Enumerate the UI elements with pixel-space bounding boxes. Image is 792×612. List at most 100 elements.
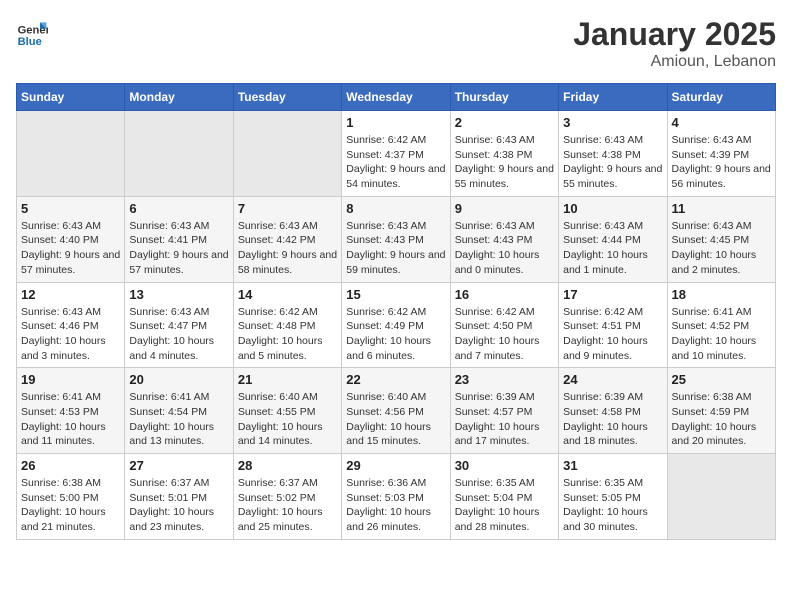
calendar-day-26: 26 Sunrise: 6:38 AM Sunset: 5:00 PM Dayli…	[17, 454, 125, 540]
day-number-23: 23	[455, 372, 554, 387]
day-number-24: 24	[563, 372, 662, 387]
calendar-day-22: 22Sunrise: 6:40 AM Sunset: 4:56 PM Dayli…	[342, 368, 450, 454]
calendar-week-1: 5 Sunrise: 6:43 AM Sunset: 4:40 PM Daylig…	[17, 196, 776, 282]
logo: General Blue	[16, 16, 48, 48]
day-info-17: Sunrise: 6:42 AM Sunset: 4:51 PM Dayligh…	[563, 305, 662, 364]
weekday-header-row: SundayMondayTuesdayWednesdayThursdayFrid…	[17, 84, 776, 111]
day-info-9: Sunrise: 6:43 AM Sunset: 4:43 PM Dayligh…	[455, 219, 554, 278]
day-number-29: 29	[346, 458, 445, 473]
calendar-day-29: 29 Sunrise: 6:36 AM Sunset: 5:03 PM Dayli…	[342, 454, 450, 540]
empty-cell	[125, 111, 233, 197]
day-info-28: Sunrise: 6:37 AM Sunset: 5:02 PM Dayligh…	[238, 476, 337, 535]
day-info-26: Sunrise: 6:38 AM Sunset: 5:00 PM Dayligh…	[21, 476, 120, 535]
weekday-header-friday: Friday	[559, 84, 667, 111]
day-info-5: Sunrise: 6:43 AM Sunset: 4:40 PM Dayligh…	[21, 219, 120, 278]
weekday-header-sunday: Sunday	[17, 84, 125, 111]
calendar-day-4: 4Sunrise: 6:43 AM Sunset: 4:39 PM Daylig…	[667, 111, 775, 197]
day-number-13: 13	[129, 287, 228, 302]
day-info-30: Sunrise: 6:35 AM Sunset: 5:04 PM Dayligh…	[455, 476, 554, 535]
day-info-10: Sunrise: 6:43 AM Sunset: 4:44 PM Dayligh…	[563, 219, 662, 278]
calendar-day-10: 10 Sunrise: 6:43 AM Sunset: 4:44 PM Dayli…	[559, 196, 667, 282]
calendar-day-28: 28 Sunrise: 6:37 AM Sunset: 5:02 PM Dayli…	[233, 454, 341, 540]
day-info-3: Sunrise: 6:43 AM Sunset: 4:38 PM Dayligh…	[563, 133, 662, 192]
calendar-day-30: 30 Sunrise: 6:35 AM Sunset: 5:04 PM Dayli…	[450, 454, 558, 540]
calendar-day-23: 23 Sunrise: 6:39 AM Sunset: 4:57 PM Dayli…	[450, 368, 558, 454]
calendar-day-12: 12 Sunrise: 6:43 AM Sunset: 4:46 PM Dayli…	[17, 282, 125, 368]
day-info-8: Sunrise: 6:43 AM Sunset: 4:43 PM Dayligh…	[346, 219, 445, 278]
day-info-21: Sunrise: 6:40 AM Sunset: 4:55 PM Dayligh…	[238, 390, 337, 449]
logo-icon: General Blue	[16, 16, 48, 48]
weekday-header-thursday: Thursday	[450, 84, 558, 111]
day-info-27: Sunrise: 6:37 AM Sunset: 5:01 PM Dayligh…	[129, 476, 228, 535]
day-number-5: 5	[21, 201, 120, 216]
day-number-28: 28	[238, 458, 337, 473]
calendar-day-21: 21 Sunrise: 6:40 AM Sunset: 4:55 PM Dayli…	[233, 368, 341, 454]
weekday-header-wednesday: Wednesday	[342, 84, 450, 111]
day-number-9: 9	[455, 201, 554, 216]
month-title: January 2025	[573, 16, 776, 53]
calendar-day-27: 27 Sunrise: 6:37 AM Sunset: 5:01 PM Dayli…	[125, 454, 233, 540]
weekday-header-saturday: Saturday	[667, 84, 775, 111]
calendar-day-19: 19 Sunrise: 6:41 AM Sunset: 4:53 PM Dayli…	[17, 368, 125, 454]
day-info-12: Sunrise: 6:43 AM Sunset: 4:46 PM Dayligh…	[21, 305, 120, 364]
weekday-header-tuesday: Tuesday	[233, 84, 341, 111]
day-number-6: 6	[129, 201, 228, 216]
page-header: General Blue January 2025 Amioun, Lebano…	[16, 16, 776, 71]
day-info-2: Sunrise: 6:43 AM Sunset: 4:38 PM Dayligh…	[455, 133, 554, 192]
calendar-day-7: 7 Sunrise: 6:43 AM Sunset: 4:42 PM Daylig…	[233, 196, 341, 282]
day-number-21: 21	[238, 372, 337, 387]
day-number-19: 19	[21, 372, 120, 387]
calendar-day-11: 11Sunrise: 6:43 AM Sunset: 4:45 PM Dayli…	[667, 196, 775, 282]
day-number-27: 27	[129, 458, 228, 473]
calendar-day-3: 3 Sunrise: 6:43 AM Sunset: 4:38 PM Daylig…	[559, 111, 667, 197]
day-number-14: 14	[238, 287, 337, 302]
day-info-13: Sunrise: 6:43 AM Sunset: 4:47 PM Dayligh…	[129, 305, 228, 364]
svg-text:Blue: Blue	[18, 36, 42, 48]
calendar-day-25: 25 Sunrise: 6:38 AM Sunset: 4:59 PM Dayli…	[667, 368, 775, 454]
day-info-1: Sunrise: 6:42 AM Sunset: 4:37 PM Dayligh…	[346, 133, 445, 192]
day-number-31: 31	[563, 458, 662, 473]
calendar-day-31: 31 Sunrise: 6:35 AM Sunset: 5:05 PM Dayli…	[559, 454, 667, 540]
calendar-day-24: 24 Sunrise: 6:39 AM Sunset: 4:58 PM Dayli…	[559, 368, 667, 454]
calendar-day-17: 17Sunrise: 6:42 AM Sunset: 4:51 PM Dayli…	[559, 282, 667, 368]
day-info-25: Sunrise: 6:38 AM Sunset: 4:59 PM Dayligh…	[672, 390, 771, 449]
calendar-day-9: 9 Sunrise: 6:43 AM Sunset: 4:43 PM Daylig…	[450, 196, 558, 282]
day-info-19: Sunrise: 6:41 AM Sunset: 4:53 PM Dayligh…	[21, 390, 120, 449]
calendar-day-8: 8Sunrise: 6:43 AM Sunset: 4:43 PM Daylig…	[342, 196, 450, 282]
empty-cell	[233, 111, 341, 197]
weekday-header-monday: Monday	[125, 84, 233, 111]
day-info-7: Sunrise: 6:43 AM Sunset: 4:42 PM Dayligh…	[238, 219, 337, 278]
day-info-6: Sunrise: 6:43 AM Sunset: 4:41 PM Dayligh…	[129, 219, 228, 278]
day-number-12: 12	[21, 287, 120, 302]
empty-cell	[667, 454, 775, 540]
day-info-29: Sunrise: 6:36 AM Sunset: 5:03 PM Dayligh…	[346, 476, 445, 535]
day-number-30: 30	[455, 458, 554, 473]
calendar-day-16: 16Sunrise: 6:42 AM Sunset: 4:50 PM Dayli…	[450, 282, 558, 368]
day-info-23: Sunrise: 6:39 AM Sunset: 4:57 PM Dayligh…	[455, 390, 554, 449]
calendar-week-4: 26 Sunrise: 6:38 AM Sunset: 5:00 PM Dayli…	[17, 454, 776, 540]
day-info-14: Sunrise: 6:42 AM Sunset: 4:48 PM Dayligh…	[238, 305, 337, 364]
location-title: Amioun, Lebanon	[573, 53, 776, 71]
day-number-18: 18	[672, 287, 771, 302]
calendar-week-0: 1 Sunrise: 6:42 AM Sunset: 4:37 PM Daylig…	[17, 111, 776, 197]
calendar-day-18: 18 Sunrise: 6:41 AM Sunset: 4:52 PM Dayli…	[667, 282, 775, 368]
day-number-7: 7	[238, 201, 337, 216]
day-number-15: 15	[346, 287, 445, 302]
day-info-24: Sunrise: 6:39 AM Sunset: 4:58 PM Dayligh…	[563, 390, 662, 449]
calendar-day-2: 2 Sunrise: 6:43 AM Sunset: 4:38 PM Daylig…	[450, 111, 558, 197]
day-number-10: 10	[563, 201, 662, 216]
day-number-3: 3	[563, 115, 662, 130]
day-number-1: 1	[346, 115, 445, 130]
calendar-day-14: 14 Sunrise: 6:42 AM Sunset: 4:48 PM Dayli…	[233, 282, 341, 368]
empty-cell	[17, 111, 125, 197]
calendar-day-13: 13 Sunrise: 6:43 AM Sunset: 4:47 PM Dayli…	[125, 282, 233, 368]
calendar-table: SundayMondayTuesdayWednesdayThursdayFrid…	[16, 83, 776, 540]
day-number-25: 25	[672, 372, 771, 387]
day-number-11: 11	[672, 201, 771, 216]
day-info-31: Sunrise: 6:35 AM Sunset: 5:05 PM Dayligh…	[563, 476, 662, 535]
calendar-week-2: 12 Sunrise: 6:43 AM Sunset: 4:46 PM Dayli…	[17, 282, 776, 368]
day-info-15: Sunrise: 6:42 AM Sunset: 4:49 PM Dayligh…	[346, 305, 445, 364]
day-info-18: Sunrise: 6:41 AM Sunset: 4:52 PM Dayligh…	[672, 305, 771, 364]
day-number-26: 26	[21, 458, 120, 473]
day-number-2: 2	[455, 115, 554, 130]
